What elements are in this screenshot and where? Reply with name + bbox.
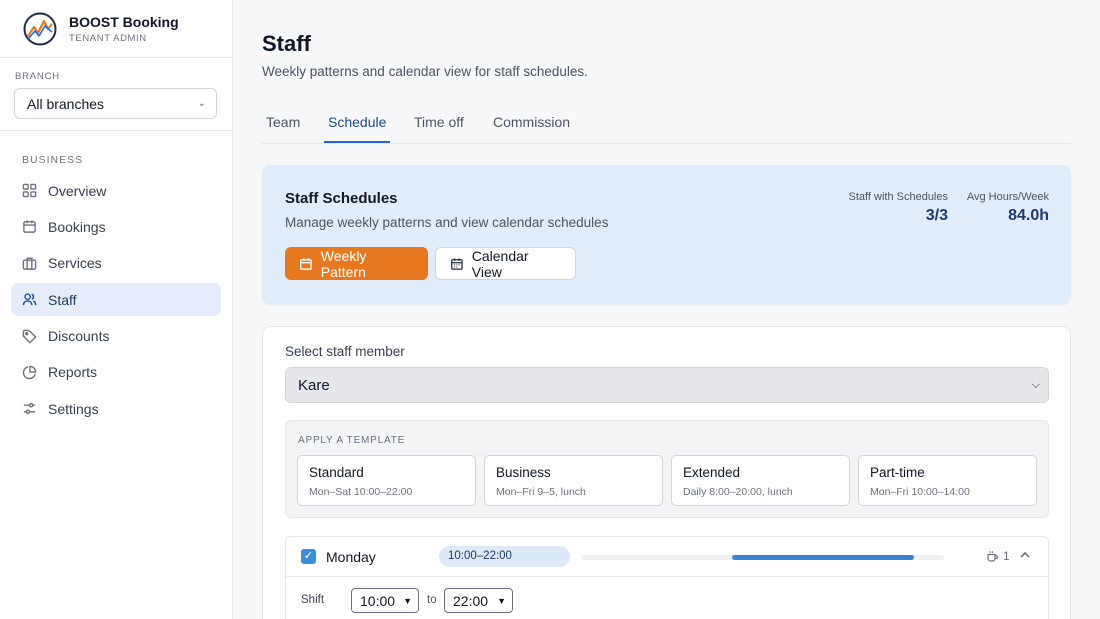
sidebar-item-label: Bookings <box>48 218 106 235</box>
tab-team[interactable]: Team <box>266 114 300 140</box>
staff-select-label: Select staff member <box>285 344 405 359</box>
users-icon <box>22 293 37 306</box>
branch-selected-value: All branches <box>27 95 105 112</box>
summary-title: Staff Schedules <box>285 190 398 207</box>
template-name: Part-time <box>870 465 925 480</box>
pie-chart-icon <box>22 365 37 380</box>
weekly-pattern-button[interactable]: Weekly Pattern <box>285 247 428 280</box>
template-part-time[interactable]: Part-time Mon–Fri 10:00–14:00 <box>858 455 1037 506</box>
stat-staff-with-schedules: Staff with Schedules 3/3 <box>849 191 948 225</box>
stat-value: 3/3 <box>925 207 948 224</box>
template-description: Mon–Fri 9–5, lunch <box>496 486 586 498</box>
day-coverage-track <box>581 555 944 560</box>
calendar-grid-icon <box>451 257 463 270</box>
sidebar-item-bookings[interactable]: Bookings <box>11 210 221 243</box>
template-description: Mon–Sat 10:00–22:00 <box>309 486 413 498</box>
chevron-down-icon: ⌄ <box>197 98 206 109</box>
tag-icon <box>22 329 37 344</box>
chevron-down-icon: ▼ <box>403 595 412 606</box>
schedule-editor-card: Select staff member Kare ⌵ APPLY A TEMPL… <box>262 326 1071 619</box>
brand-name: BOOST Booking <box>69 13 179 30</box>
sidebar: BOOST Booking TENANT ADMIN BRANCH All br… <box>0 0 233 619</box>
day-row-header[interactable]: ✓ Monday 10:00–22:00 1 <box>286 537 1048 577</box>
template-panel: APPLY A TEMPLATE Standard Mon–Sat 10:00–… <box>285 420 1049 518</box>
chevron-up-icon[interactable] <box>1019 549 1031 561</box>
stat-value: 84.0h <box>1008 207 1049 224</box>
sidebar-item-discounts[interactable]: Discounts <box>11 320 221 353</box>
tab-time-off[interactable]: Time off <box>414 114 464 140</box>
day-coverage-fill <box>732 555 914 560</box>
brand-header[interactable]: BOOST Booking TENANT ADMIN <box>0 0 232 58</box>
break-count-value: 1 <box>1003 549 1010 563</box>
coffee-cup-icon <box>987 550 998 562</box>
sidebar-item-reports[interactable]: Reports <box>11 356 221 389</box>
branch-label: BRANCH <box>15 71 60 82</box>
tab-bar: Team Schedule Time off Commission <box>262 110 1071 144</box>
sidebar-divider <box>0 130 232 131</box>
day-range-badge: 10:00–22:00 <box>439 546 570 567</box>
template-extended[interactable]: Extended Daily 8:00–20:00, lunch <box>671 455 850 506</box>
shift-start-select[interactable]: 10:00 ▼ <box>351 588 419 613</box>
template-name: Extended <box>683 465 741 480</box>
shift-row: Shift 10:00 ▼ to 22:00 ▼ <box>286 577 1048 619</box>
sidebar-item-services[interactable]: Services <box>11 247 221 280</box>
summary-subtitle: Manage weekly patterns and view calendar… <box>285 215 609 230</box>
tab-schedule[interactable]: Schedule <box>324 114 391 143</box>
sliders-icon <box>23 403 36 415</box>
day-row-monday: ✓ Monday 10:00–22:00 1 Shift 10:00 ▼ to <box>285 536 1049 619</box>
sidebar-item-staff[interactable]: Staff <box>11 283 221 317</box>
template-name: Standard <box>309 465 364 480</box>
page-subtitle: Weekly patterns and calendar view for st… <box>262 64 588 79</box>
tab-commission[interactable]: Commission <box>493 114 570 140</box>
staff-selected-value: Kare <box>298 376 330 394</box>
branch-select[interactable]: All branches ⌄ <box>14 88 217 119</box>
break-count: 1 <box>986 549 1010 563</box>
shift-label: Shift <box>301 594 325 606</box>
calendar-icon <box>23 220 36 234</box>
sidebar-item-label: Settings <box>48 400 99 417</box>
chevron-down-icon: ⌵ <box>1031 378 1040 391</box>
template-description: Mon–Fri 10:00–14:00 <box>870 486 970 498</box>
day-name: Monday <box>326 549 376 565</box>
brand-role: TENANT ADMIN <box>69 32 147 44</box>
sidebar-item-label: Discounts <box>48 328 110 345</box>
day-enabled-checkbox[interactable]: ✓ <box>301 549 316 564</box>
stat-label: Avg Hours/Week <box>966 191 1049 203</box>
calendar-icon <box>300 257 312 270</box>
schedules-summary-card: Staff Schedules Manage weekly patterns a… <box>262 165 1071 304</box>
sidebar-item-label: Reports <box>48 364 98 381</box>
calendar-view-button[interactable]: Calendar View <box>435 247 576 280</box>
template-panel-label: APPLY A TEMPLATE <box>298 435 406 446</box>
sidebar-item-label: Staff <box>48 291 77 308</box>
sidebar-nav: Overview Bookings Services Staff Discoun… <box>11 174 221 429</box>
chevron-down-icon: ▼ <box>497 595 506 606</box>
briefcase-icon <box>22 257 37 270</box>
template-name: Business <box>496 465 551 480</box>
template-business[interactable]: Business Mon–Fri 9–5, lunch <box>484 455 663 506</box>
button-label: Weekly Pattern <box>320 247 367 280</box>
button-label: Calendar View <box>471 247 529 280</box>
boost-logo-icon <box>23 12 57 45</box>
staff-select[interactable]: Kare ⌵ <box>285 367 1049 403</box>
sidebar-item-label: Services <box>48 255 102 272</box>
shift-to-label: to <box>427 594 437 606</box>
page-title: Staff <box>262 31 311 56</box>
shift-end-select[interactable]: 22:00 ▼ <box>444 588 513 613</box>
sidebar-item-overview[interactable]: Overview <box>11 174 221 207</box>
template-standard[interactable]: Standard Mon–Sat 10:00–22:00 <box>297 455 476 506</box>
stat-avg-hours: Avg Hours/Week 84.0h <box>967 191 1049 225</box>
shift-start-value: 10:00 <box>360 592 396 609</box>
nav-section-label: BUSINESS <box>22 154 84 166</box>
shift-end-value: 22:00 <box>453 592 489 609</box>
sidebar-item-label: Overview <box>48 182 107 199</box>
sidebar-item-settings[interactable]: Settings <box>11 392 221 425</box>
template-description: Daily 8:00–20:00, lunch <box>683 486 793 498</box>
grid-icon <box>22 183 37 198</box>
stat-label: Staff with Schedules <box>848 191 948 203</box>
